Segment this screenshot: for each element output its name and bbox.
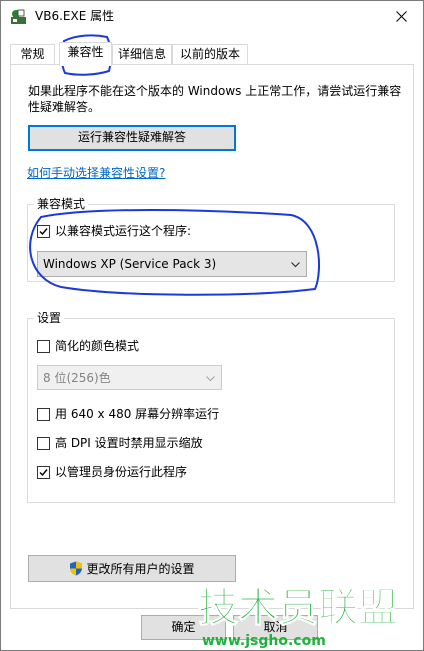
dpi-row[interactable]: 高 DPI 设置时禁用显示缩放 — [37, 435, 203, 451]
admin-label: 以管理员身份运行此程序 — [55, 465, 188, 479]
chevron-down-icon — [206, 376, 215, 382]
change-all-users-label: 更改所有用户的设置 — [86, 561, 195, 576]
close-icon — [395, 10, 407, 22]
manual-settings-link[interactable]: 如何手动选择兼容性设置? — [27, 164, 165, 181]
window-title: VB6.EXE 属性 — [35, 9, 115, 23]
tab-compatibility[interactable]: 兼容性 — [59, 42, 112, 66]
dpi-label: 高 DPI 设置时禁用显示缩放 — [55, 436, 203, 450]
os-version-value: Windows XP (Service Pack 3) — [43, 257, 217, 271]
compat-mode-group: 兼容模式 以兼容模式运行这个程序: Windows XP (Service Pa… — [27, 196, 395, 282]
os-version-select[interactable]: Windows XP (Service Pack 3) — [37, 251, 307, 277]
dpi-checkbox[interactable] — [37, 436, 50, 450]
compat-mode-checkbox[interactable] — [37, 224, 50, 238]
properties-dialog: VB6.EXE 属性 常规 兼容性 详细信息 以前的版本 如果此程序不能在这个版… — [0, 0, 424, 651]
watermark-text: 技术员联盟 — [198, 585, 398, 631]
color-mode-select: 8 位(256)色 — [37, 365, 222, 390]
checkmark-icon — [39, 468, 48, 476]
tab-general[interactable]: 常规 — [10, 44, 55, 65]
watermark-logo: 技术员联盟 www.jsgho.com — [198, 585, 399, 650]
res640-checkbox[interactable] — [37, 407, 50, 421]
close-button[interactable] — [379, 1, 423, 31]
compat-mode-row[interactable]: 以兼容模式运行这个程序: — [37, 223, 191, 239]
reduced-color-checkbox[interactable] — [37, 339, 50, 353]
compatibility-panel: 如果此程序不能在这个版本的 Windows 上正常工作，请尝试运行兼容性疑难解答… — [10, 64, 414, 609]
settings-title: 设置 — [34, 310, 65, 326]
chevron-down-icon — [291, 262, 300, 268]
tab-previous-versions[interactable]: 以前的版本 — [172, 44, 248, 65]
res640-row[interactable]: 用 640 x 480 屏幕分辨率运行 — [37, 406, 219, 422]
checkmark-icon — [39, 227, 48, 235]
admin-checkbox[interactable] — [37, 465, 50, 479]
run-troubleshooter-button[interactable]: 运行兼容性疑难解答 — [28, 125, 236, 151]
watermark-url: www.jsgho.com — [202, 633, 326, 649]
reduced-color-row[interactable]: 简化的颜色模式 — [37, 338, 139, 354]
color-mode-value: 8 位(256)色 — [43, 371, 111, 385]
settings-group: 设置 简化的颜色模式 8 位(256)色 用 640 x 480 屏幕分辨率运行… — [27, 310, 395, 503]
compat-mode-label: 以兼容模式运行这个程序: — [55, 224, 192, 238]
vb6-app-icon — [11, 9, 26, 24]
title-bar: VB6.EXE 属性 — [1, 1, 423, 32]
reduced-color-label: 简化的颜色模式 — [55, 339, 140, 353]
intro-text: 如果此程序不能在这个版本的 Windows 上正常工作，请尝试运行兼容性疑难解答… — [28, 84, 402, 114]
res640-label: 用 640 x 480 屏幕分辨率运行 — [55, 407, 220, 421]
tab-details[interactable]: 详细信息 — [112, 44, 172, 65]
uac-shield-icon — [70, 561, 83, 576]
admin-row[interactable]: 以管理员身份运行此程序 — [37, 464, 187, 480]
compat-mode-title: 兼容模式 — [34, 196, 89, 212]
